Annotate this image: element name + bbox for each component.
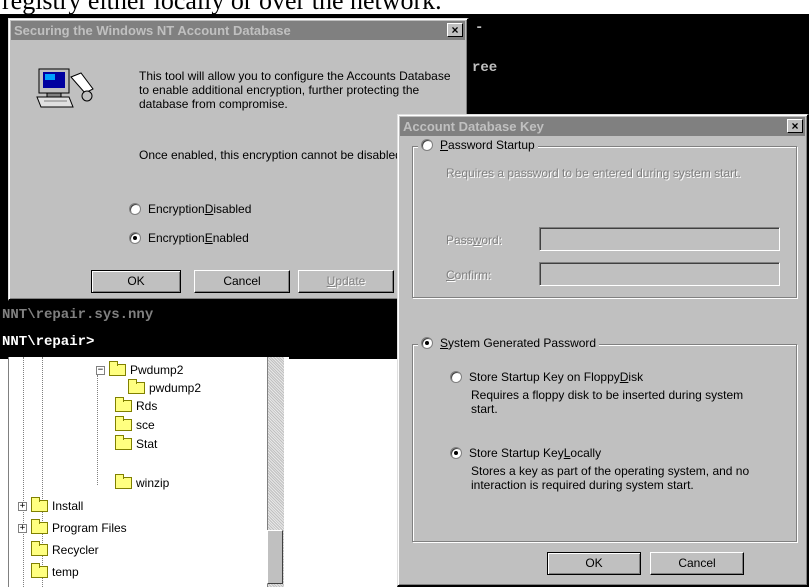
password-startup-option[interactable]: Password Startup	[418, 138, 538, 152]
password-startup-description: Requires a password to be entered during…	[446, 166, 741, 180]
password-label: Password:	[446, 233, 503, 247]
radio-circle[interactable]	[450, 447, 462, 459]
tree-item-pwdump2-sub[interactable]: pwdump2	[128, 379, 201, 397]
radio-circle[interactable]	[421, 139, 433, 151]
locally-description: Stores a key as part of the operating sy…	[471, 464, 750, 492]
console-line: -	[475, 20, 484, 36]
collapse-icon[interactable]: −	[96, 365, 105, 375]
folder-icon	[31, 497, 48, 512]
cancel-button[interactable]: Cancel	[650, 552, 744, 575]
system-generated-option[interactable]: System Generated Password	[418, 336, 600, 350]
confirm-label: Confirm:	[446, 268, 492, 282]
folder-icon	[115, 416, 132, 431]
confirm-field[interactable]	[539, 262, 780, 286]
floppy-description: Requires a floppy disk to be inserted du…	[471, 388, 744, 416]
console-line: NNT\repair.sys.nny	[2, 307, 154, 323]
tree-item-temp[interactable]: temp	[31, 563, 79, 581]
dialog-title: Securing the Windows NT Account Database	[14, 23, 291, 38]
expand-icon[interactable]: +	[18, 523, 27, 533]
tree-item-install[interactable]: + Install	[18, 497, 83, 515]
tree-item-rds[interactable]: Rds	[115, 397, 157, 415]
folder-open-icon	[109, 361, 126, 376]
close-button[interactable]: ×	[447, 23, 463, 37]
close-button[interactable]: ×	[787, 119, 803, 133]
radio-circle[interactable]	[129, 203, 141, 215]
console-prompt: NNT\repair>	[2, 334, 95, 350]
radio-floppy-disk[interactable]: Store Startup Key on Floppy Disk	[450, 370, 643, 384]
account-database-key-dialog: Account Database Key × Password Startup …	[397, 114, 809, 587]
explorer-tree-panel: − Pwdump2 pwdump2 Rds sce Stat winzip + …	[8, 357, 289, 587]
tree-item-program-files[interactable]: + Program Files	[18, 519, 127, 537]
expand-icon[interactable]: +	[18, 501, 27, 511]
ok-button[interactable]: OK	[91, 270, 181, 293]
radio-store-locally[interactable]: Store Startup Key Locally	[450, 446, 601, 460]
tree-item-pwdump2[interactable]: − Pwdump2	[96, 361, 183, 379]
tree-item-recycler[interactable]: Recycler	[31, 541, 99, 559]
computer-key-icon	[36, 68, 94, 108]
dialog-titlebar: Account Database Key ×	[400, 117, 805, 136]
folder-icon	[115, 397, 132, 412]
dialog-warning: Once enabled, this encryption cannot be …	[139, 148, 406, 162]
tree-item-sce[interactable]: sce	[115, 416, 155, 434]
folder-icon	[128, 379, 145, 394]
dialog-titlebar: Securing the Windows NT Account Database…	[11, 21, 465, 40]
tree-item-stat[interactable]: Stat	[115, 435, 157, 453]
folder-icon	[31, 541, 48, 556]
dialog-title: Account Database Key	[403, 119, 544, 134]
cancel-button[interactable]: Cancel	[194, 270, 290, 293]
folder-icon	[115, 435, 132, 450]
folder-icon	[115, 474, 132, 489]
radio-circle[interactable]	[129, 232, 141, 244]
tree-item-winzip[interactable]: winzip	[115, 474, 169, 492]
console-line: ree	[472, 60, 498, 76]
update-button[interactable]: Update	[298, 270, 394, 293]
folder-icon	[31, 519, 48, 534]
ok-button[interactable]: OK	[547, 552, 641, 575]
scrollbar-thumb[interactable]	[267, 530, 283, 584]
folder-icon	[31, 563, 48, 578]
radio-circle[interactable]	[421, 337, 433, 349]
password-field[interactable]	[539, 227, 780, 251]
dialog-description: This tool will allow you to configure th…	[139, 69, 451, 111]
radio-encryption-enabled[interactable]: Encryption Enabled	[129, 231, 249, 245]
radio-circle[interactable]	[450, 371, 462, 383]
radio-encryption-disabled[interactable]: Encryption Disabled	[129, 202, 251, 216]
